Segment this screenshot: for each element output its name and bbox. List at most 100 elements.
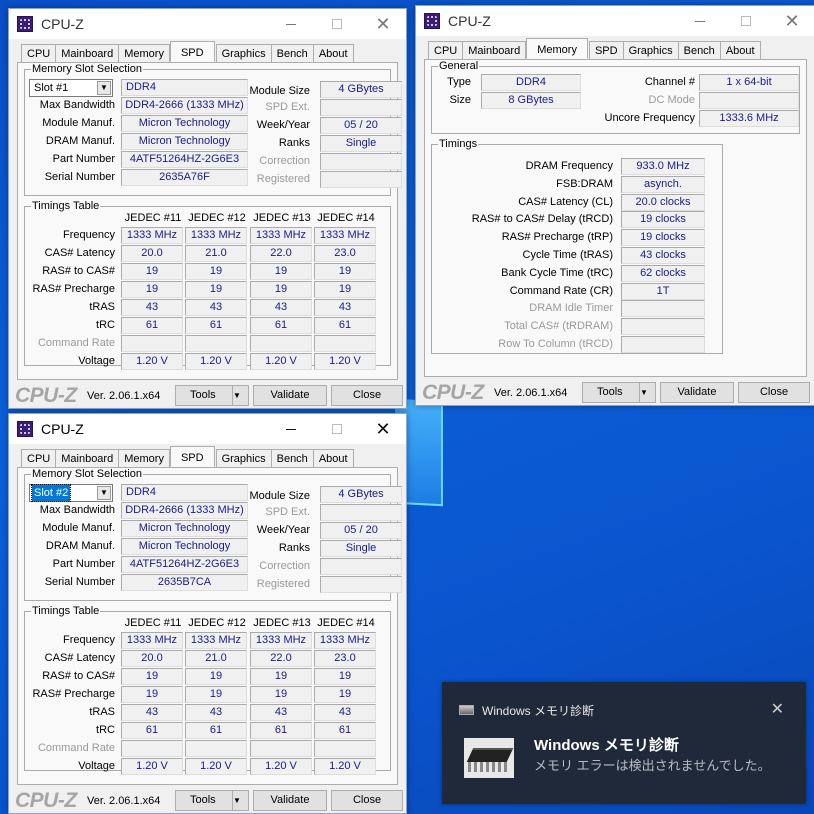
timing-cell: 1333 MHz [121,632,183,649]
maximize-button[interactable] [314,9,360,39]
maximize-button[interactable] [723,6,769,36]
column-header: JEDEC #13 [253,212,311,224]
close-button[interactable]: Close [331,385,403,406]
tab-graphics[interactable]: Graphics [622,41,679,59]
timing-value: 43 clocks [621,247,705,264]
tools-button[interactable]: Tools ▼ [175,385,249,406]
field-module-manuf: Micron Technology [121,520,248,537]
slot-select[interactable]: Slot #2 ▼ [29,484,113,502]
column-header: JEDEC #13 [253,617,311,629]
close-button[interactable]: Close [738,382,810,403]
close-window-button[interactable]: ✕ [360,9,406,39]
label-type: Type [447,76,471,88]
tab-mainboard[interactable]: Mainboard [462,41,527,59]
tab-bench[interactable]: Bench [270,44,314,62]
memory-diagnostic-toast[interactable]: Windows メモリ診断 ✕ Windows メモリ診断 メモリ エラーは検出… [442,682,806,804]
column-header: JEDEC #11 [124,212,182,224]
timing-cell: 1.20 V [121,353,183,370]
footer-bar: CPU-Z Ver. 2.06.1.x64 Tools ▼ Validate Close [9,382,406,408]
column-header: JEDEC #12 [188,617,246,629]
validate-button[interactable]: Validate [253,790,327,811]
tab-memory[interactable]: Memory [118,449,170,467]
field-channel: 1 x 64-bit [699,74,799,91]
tools-button[interactable]: Tools ▼ [582,382,656,403]
field-size: 8 GBytes [481,92,581,109]
title-bar[interactable]: CPU-Z ✕ [9,414,406,444]
title-bar[interactable]: CPU-Z ✕ [416,6,814,36]
validate-button[interactable]: Validate [660,382,734,403]
tab-spd[interactable]: SPD [169,41,215,62]
chevron-down-icon[interactable]: ▼ [639,383,655,402]
label-size: Size [449,94,471,106]
maximize-button[interactable] [314,414,360,444]
tools-button-label: Tools [190,389,216,401]
tab-spd[interactable]: SPD [588,41,624,59]
timing-cell: 1.20 V [250,353,312,370]
tab-bar: CPU Mainboard Memory SPD Graphics Bench About [21,446,406,467]
version-label: Ver. 2.06.1.x64 [87,795,161,807]
field-max-bandwidth: DDR4-2666 (1333 MHz) [121,97,248,114]
row-label: Command Rate [37,742,115,754]
tab-bench[interactable]: Bench [270,449,314,467]
cpuz-window-memory[interactable]: CPU-Z ✕ CPU Mainboard Memory SPD Graphics Bench… [415,5,814,406]
tab-about[interactable]: About [719,41,761,59]
validate-button[interactable]: Validate [253,385,327,406]
timing-cell: 21.0 [185,245,247,262]
timing-cell: 22.0 [250,245,312,262]
tab-mainboard[interactable]: Mainboard [55,449,120,467]
tab-cpu[interactable]: CPU [21,449,57,467]
tab-spd[interactable]: SPD [169,446,215,467]
tools-button[interactable]: Tools ▼ [175,790,249,811]
row-label: Frequency [63,229,115,241]
field-part-number: 4ATF51264HZ-2G6E3 [121,151,248,168]
close-window-button[interactable]: ✕ [360,414,406,444]
tab-about[interactable]: About [312,449,354,467]
label-spd-ext: SPD Ext. [265,506,310,518]
timing-cell: 1333 MHz [250,227,312,244]
tab-graphics[interactable]: Graphics [215,44,272,62]
tab-cpu[interactable]: CPU [21,44,57,62]
minimize-button[interactable] [268,9,314,39]
tab-memory[interactable]: Memory [118,44,170,62]
tab-bench[interactable]: Bench [677,41,721,59]
timing-label: Cycle Time (tRAS) [522,249,613,261]
field-correction [320,558,402,575]
label-dc-mode: DC Mode [648,94,695,106]
timing-cell: 43 [314,299,376,316]
label-max-bandwidth: Max Bandwidth [39,99,115,111]
timing-cell: 19 [250,263,312,280]
slot-select[interactable]: Slot #1 ▼ [29,79,113,97]
minimize-button[interactable] [268,414,314,444]
tab-mainboard[interactable]: Mainboard [55,44,120,62]
row-label: Frequency [63,634,115,646]
tab-graphics[interactable]: Graphics [215,449,272,467]
timing-cell [121,740,183,757]
cpuz-window-spd-slot2[interactable]: CPU-Z ✕ CPU Mainboard Memory SPD Graphics Bench… [8,413,407,814]
cpuz-window-spd-slot1[interactable]: CPU-Z ✕ CPU Mainboard Memory SPD Graphics Bench… [8,8,407,409]
timing-cell: 61 [314,317,376,334]
tab-memory[interactable]: Memory [526,38,588,59]
chevron-down-icon[interactable]: ▼ [232,791,248,810]
timing-cell: 1.20 V [314,353,376,370]
tab-panel: General Type DDR4 Size 8 GBytes Channel #1 x … [424,59,807,377]
timing-cell: 61 [185,722,247,739]
chevron-down-icon[interactable]: ▼ [232,386,248,405]
minimize-button[interactable] [677,6,723,36]
tab-about[interactable]: About [312,44,354,62]
timing-cell: 61 [121,722,183,739]
tab-cpu[interactable]: CPU [428,41,464,59]
close-button[interactable]: Close [331,790,403,811]
column-header: JEDEC #12 [188,212,246,224]
chevron-down-icon[interactable]: ▼ [97,486,111,500]
chevron-down-icon[interactable]: ▼ [97,81,111,95]
timing-value: asynch. [621,175,705,193]
title-bar[interactable]: CPU-Z ✕ [9,9,406,39]
field-module-manuf: Micron Technology [121,115,248,132]
column-header: JEDEC #14 [317,617,375,629]
label-correction: Correction [259,560,310,572]
close-icon[interactable]: ✕ [771,699,784,719]
timing-cell: 19 [121,686,183,703]
row-label: RAS# Precharge [32,283,115,295]
timing-cell: 1333 MHz [314,632,376,649]
close-window-button[interactable]: ✕ [769,6,814,36]
